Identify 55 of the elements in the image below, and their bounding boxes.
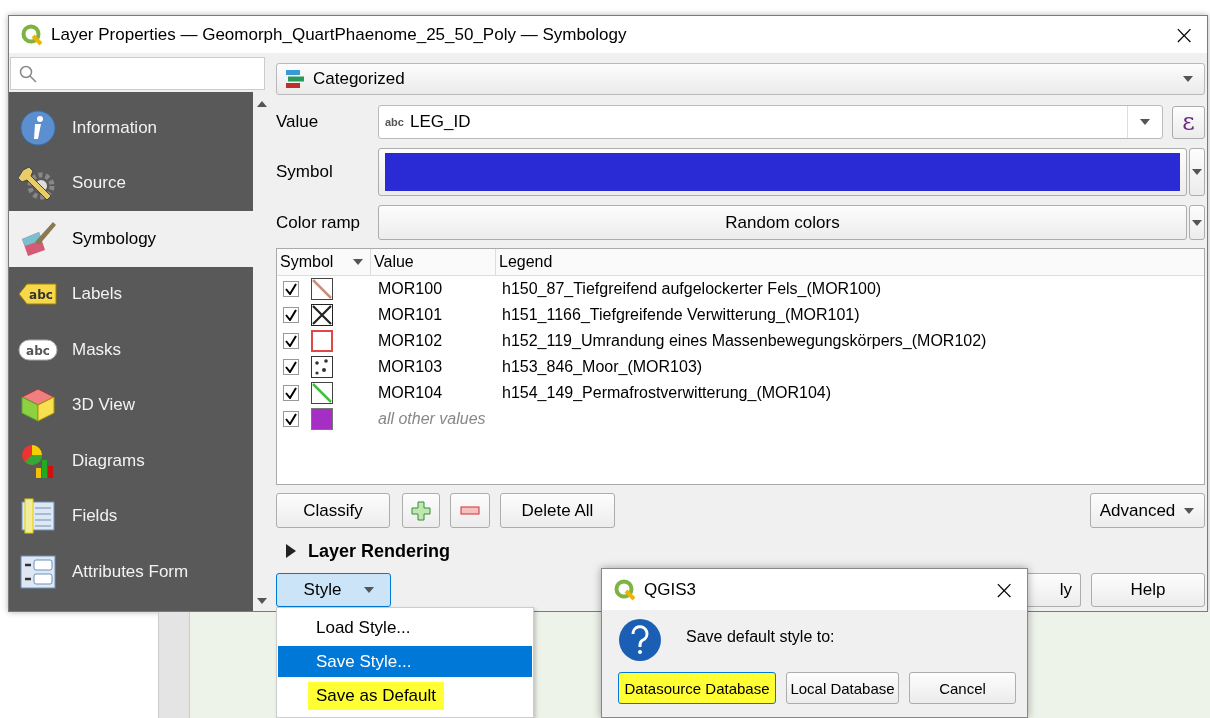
close-button[interactable]: × <box>1169 21 1199 48</box>
mask-label-icon: abc <box>18 337 58 362</box>
sidebar-item[interactable]: Diagrams <box>9 433 253 489</box>
sidebar-item[interactable]: Fields <box>9 488 253 544</box>
dialog-button[interactable]: Local Database <box>786 672 899 704</box>
table-cell: all other values <box>378 410 486 427</box>
color-ramp-button[interactable]: Random colors <box>378 205 1187 240</box>
advanced-button[interactable]: Advanced <box>1090 493 1205 528</box>
table-row[interactable]: MOR103 h153_846_Moor_(MOR103) <box>277 354 1204 380</box>
field-label: Value <box>276 112 320 132</box>
renderer-dropdown[interactable]: Categorized <box>276 63 1205 95</box>
section-header[interactable]: Layer Rendering <box>276 540 1205 562</box>
expression-button[interactable]: ε <box>1172 105 1205 139</box>
apply-button[interactable]: ly <box>1027 573 1081 607</box>
table-cell: MOR103 <box>378 358 443 375</box>
dialog-title: QGIS3 <box>644 579 697 600</box>
dialog-message: Save default style to: <box>686 628 835 646</box>
window-title: Layer Properties — Geomorph_QuartPhaenome_25_50_Poly — Symbology <box>51 24 628 45</box>
table-cell: h153_846_Moor_(MOR103) <box>502 358 703 375</box>
table-row[interactable]: MOR100 h150_87_Tiefgreifend aufgelockerter Fels_(MOR100) <box>277 276 1204 302</box>
dialog-button[interactable]: Cancel <box>909 672 1016 704</box>
table-cell: MOR100 <box>378 280 443 297</box>
table-row[interactable]: MOR101 h151_1166_Tiefgreifende Verwitterung_(MOR101) <box>277 302 1204 328</box>
label-tag-icon: abc <box>18 282 58 307</box>
sidebar-item[interactable]: Source <box>9 155 253 211</box>
dialog-button[interactable]: Datasource Database <box>618 672 776 704</box>
menu-item[interactable]: Save Style... <box>278 646 532 677</box>
value-dropdown[interactable]: abc LEG_ID <box>378 105 1163 139</box>
sidebar-item[interactable]: Symbology <box>9 211 253 267</box>
table-cell: h152_119_Umrandung eines Massenbewegungskörpers_(MOR102) <box>502 332 987 349</box>
table-cell: h150_87_Tiefgreifend aufgelockerter Fels_(MOR100) <box>502 280 882 297</box>
column-header[interactable]: Symbol <box>277 249 371 275</box>
menu-item[interactable]: Load Style... <box>278 612 532 643</box>
table-cell: MOR102 <box>378 332 443 349</box>
style-dropdown-button[interactable]: Style <box>276 573 391 607</box>
column-header[interactable]: Value <box>371 249 496 275</box>
sidebar-item[interactable]: Attributes Form <box>9 544 253 600</box>
close-button[interactable]: × <box>989 576 1019 603</box>
sidebar-item[interactable]: 3D View <box>9 377 253 433</box>
sidebar-item[interactable]: abc Labels <box>9 266 253 322</box>
field-label: Color ramp <box>276 212 362 233</box>
sidebar-item[interactable]: abc Masks <box>9 322 253 378</box>
column-header[interactable]: Legend <box>496 249 1204 275</box>
table-row[interactable]: all other values <box>277 406 1204 432</box>
field-label: Symbol <box>276 162 334 182</box>
sidebar-item[interactable]: Information <box>9 100 253 156</box>
table-row[interactable]: MOR104 h154_149_Permafrostverwitterung_(MOR104) <box>277 380 1204 406</box>
table-row[interactable]: MOR102 h152_119_Umrandung eines Massenbewegungskörpers_(MOR102) <box>277 328 1204 354</box>
table-cell: MOR101 <box>378 306 443 323</box>
table-cell: MOR104 <box>378 384 443 401</box>
classify-button[interactable]: Classify <box>276 493 390 528</box>
table-cell: h154_149_Permafrostverwitterung_(MOR104) <box>502 384 832 401</box>
table-cell: h151_1166_Tiefgreifende Verwitterung_(MOR101) <box>502 306 860 323</box>
help-button[interactable]: Help <box>1091 573 1205 607</box>
delete-all-button[interactable]: Delete All <box>500 493 615 528</box>
